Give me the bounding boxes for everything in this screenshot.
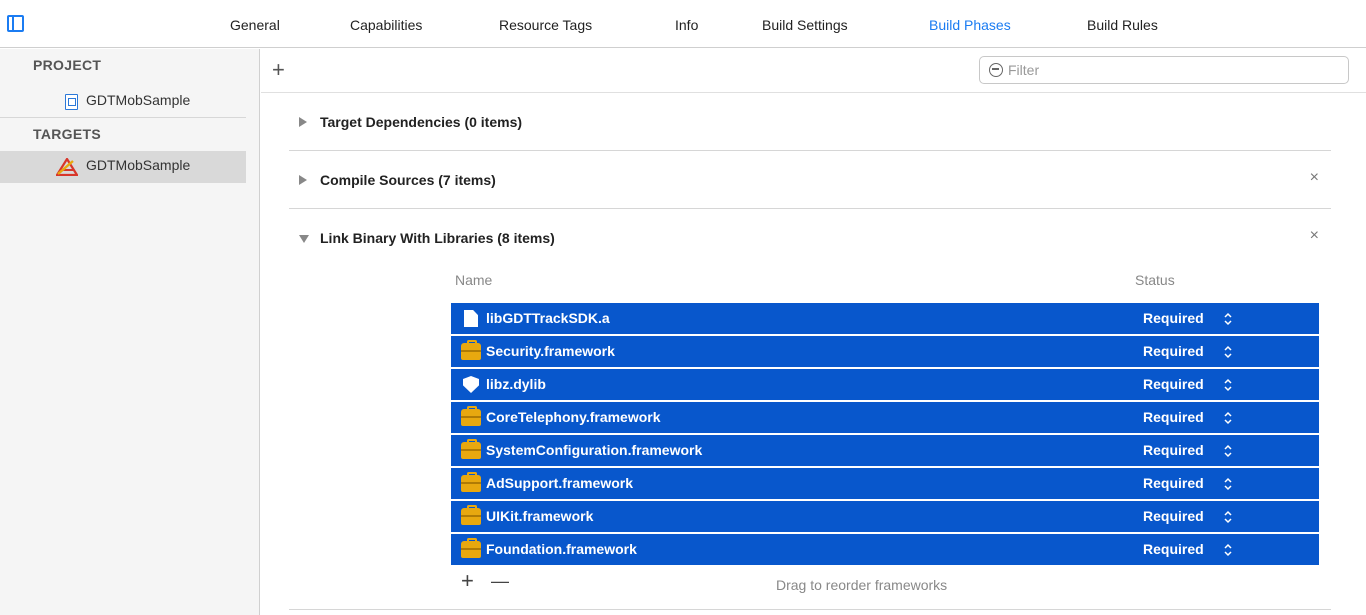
status-value[interactable]: Required: [1143, 541, 1204, 557]
targets-section-header: TARGETS: [33, 126, 101, 142]
table-row[interactable]: libz.dylib Required: [451, 369, 1319, 400]
column-header-status[interactable]: Status: [1135, 272, 1175, 288]
phase-compile-sources: Compile Sources (7 items) ×: [289, 151, 1331, 209]
sidebar-divider: [0, 117, 246, 118]
sidebar-item-project[interactable]: GDTMobSample: [0, 86, 246, 118]
dylib-shield-icon: [463, 376, 479, 393]
tab-capabilities[interactable]: Capabilities: [350, 17, 422, 33]
status-value[interactable]: Required: [1143, 343, 1204, 359]
table-row[interactable]: Security.framework Required: [451, 336, 1319, 367]
add-library-button[interactable]: +: [461, 568, 474, 594]
table-row[interactable]: Foundation.framework Required: [451, 534, 1319, 565]
status-value[interactable]: Required: [1143, 475, 1204, 491]
library-name: Foundation.framework: [486, 541, 637, 557]
phase-title[interactable]: Link Binary With Libraries (8 items): [320, 230, 555, 246]
status-stepper-icon[interactable]: [1223, 377, 1233, 393]
remove-library-button[interactable]: —: [491, 571, 509, 592]
library-name: CoreTelephony.framework: [486, 409, 661, 425]
app-target-icon: [56, 158, 78, 176]
phases-toolbar: +: [261, 49, 1366, 93]
phase-link-binary: Link Binary With Libraries (8 items) ×: [289, 209, 1331, 259]
phase-title[interactable]: Compile Sources (7 items): [320, 172, 496, 188]
status-value[interactable]: Required: [1143, 310, 1204, 326]
project-name-label: GDTMobSample: [86, 92, 191, 108]
framework-icon: [461, 505, 481, 525]
framework-icon: [461, 472, 481, 492]
tab-build-rules[interactable]: Build Rules: [1087, 17, 1158, 33]
project-section-header: PROJECT: [33, 57, 102, 73]
library-name: libGDTTrackSDK.a: [486, 310, 610, 326]
close-icon[interactable]: ×: [1310, 169, 1319, 187]
filter-icon: [989, 63, 1003, 77]
status-value[interactable]: Required: [1143, 409, 1204, 425]
column-header-name[interactable]: Name: [455, 272, 492, 288]
status-stepper-icon[interactable]: [1223, 410, 1233, 426]
filter-field[interactable]: [979, 56, 1349, 84]
drag-hint: Drag to reorder frameworks: [776, 577, 948, 593]
library-name: libz.dylib: [486, 376, 546, 392]
sidebar-toggle-icon[interactable]: [7, 15, 24, 32]
status-value[interactable]: Required: [1143, 508, 1204, 524]
build-phases-editor: + Target Dependencies (0 items) Compile …: [261, 49, 1366, 615]
project-file-icon: [65, 94, 78, 110]
file-icon: [464, 310, 478, 327]
status-stepper-icon[interactable]: [1223, 311, 1233, 327]
framework-icon: [461, 538, 481, 558]
tab-build-settings[interactable]: Build Settings: [762, 17, 848, 33]
project-navigator: PROJECT GDTMobSample TARGETS GDTMobSampl…: [0, 49, 260, 615]
framework-icon: [461, 406, 481, 426]
editor-tab-bar: General Capabilities Resource Tags Info …: [0, 0, 1366, 48]
table-row[interactable]: CoreTelephony.framework Required: [451, 402, 1319, 433]
tab-resource-tags[interactable]: Resource Tags: [499, 17, 592, 33]
add-build-phase-button[interactable]: +: [272, 59, 285, 81]
status-stepper-icon[interactable]: [1223, 344, 1233, 360]
library-name: SystemConfiguration.framework: [486, 442, 703, 458]
library-name: UIKit.framework: [486, 508, 594, 524]
library-name: Security.framework: [486, 343, 615, 359]
sidebar-item-target[interactable]: GDTMobSample: [0, 151, 246, 183]
status-value[interactable]: Required: [1143, 442, 1204, 458]
phase-title[interactable]: Target Dependencies (0 items): [320, 114, 522, 130]
disclosure-triangle-icon[interactable]: [299, 117, 307, 127]
table-row[interactable]: UIKit.framework Required: [451, 501, 1319, 532]
status-stepper-icon[interactable]: [1223, 542, 1233, 558]
status-value[interactable]: Required: [1143, 376, 1204, 392]
phase-target-dependencies: Target Dependencies (0 items): [289, 93, 1331, 151]
close-icon[interactable]: ×: [1310, 227, 1319, 245]
status-stepper-icon[interactable]: [1223, 509, 1233, 525]
libraries-footer: + — Drag to reorder frameworks: [451, 564, 1319, 604]
table-row[interactable]: SystemConfiguration.framework Required: [451, 435, 1319, 466]
libraries-table: libGDTTrackSDK.a Required Security.frame…: [451, 303, 1319, 567]
status-stepper-icon[interactable]: [1223, 476, 1233, 492]
framework-icon: [461, 340, 481, 360]
disclosure-triangle-icon[interactable]: [299, 235, 309, 243]
tab-build-phases[interactable]: Build Phases: [929, 17, 1011, 33]
filter-input[interactable]: [1008, 60, 1338, 80]
library-name: AdSupport.framework: [486, 475, 634, 491]
tab-general[interactable]: General: [230, 17, 280, 33]
status-stepper-icon[interactable]: [1223, 443, 1233, 459]
disclosure-triangle-icon[interactable]: [299, 175, 307, 185]
tab-info[interactable]: Info: [675, 17, 698, 33]
target-name-label: GDTMobSample: [86, 157, 191, 173]
table-row[interactable]: AdSupport.framework Required: [451, 468, 1319, 499]
framework-icon: [461, 439, 481, 459]
divider: [289, 609, 1331, 610]
table-row[interactable]: libGDTTrackSDK.a Required: [451, 303, 1319, 334]
